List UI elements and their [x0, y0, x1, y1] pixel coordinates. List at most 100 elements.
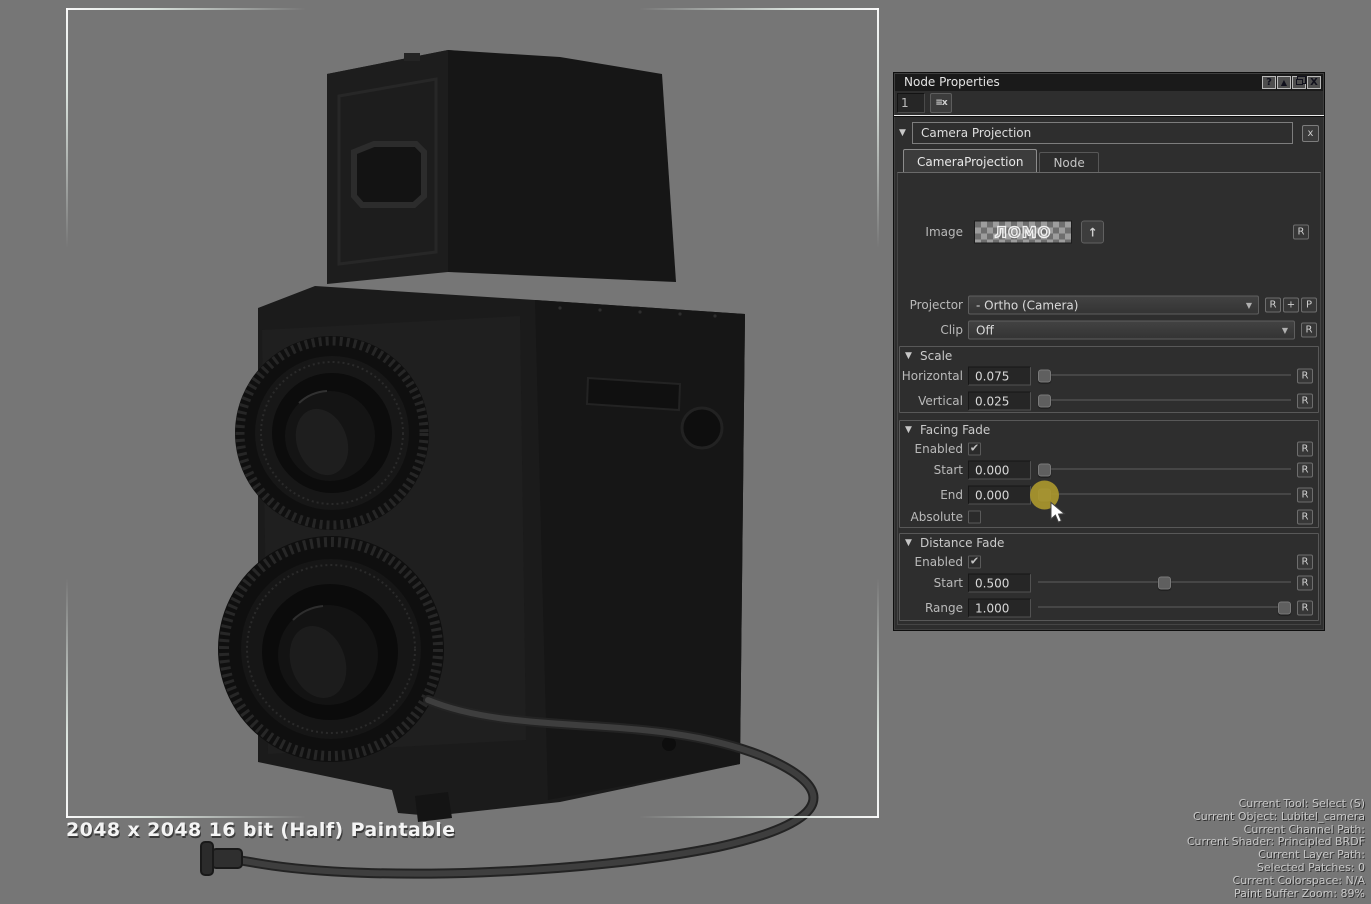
clip-dropdown[interactable]: Off ▼ — [968, 321, 1295, 340]
reset-button[interactable]: R — [1301, 323, 1317, 338]
reset-button[interactable]: R — [1265, 298, 1281, 313]
range-label: Range — [894, 601, 963, 615]
facing-fade-section-header[interactable]: ▼ Facing Fade — [905, 423, 990, 437]
scale-section-title: Scale — [920, 349, 952, 363]
close-icon[interactable]: X — [1307, 76, 1321, 89]
slider-handle[interactable] — [1038, 370, 1051, 383]
disclosure-triangle-icon: ▼ — [905, 425, 920, 435]
chevron-down-icon: ▼ — [1282, 326, 1288, 335]
help-icon[interactable]: ? — [1262, 76, 1276, 89]
enabled-label: Enabled — [894, 555, 963, 569]
vertical-input[interactable]: 0.025 — [968, 392, 1031, 411]
image-thumbnail[interactable]: ЛОМО — [974, 221, 1072, 244]
projector-row: Projector - Ortho (Camera) ▼ R + P — [894, 295, 1324, 315]
distance-range-row: Range 1.000 R — [894, 598, 1324, 618]
app-screen: 2048 x 2048 16 bit (Half) Paintable Curr… — [0, 0, 1371, 904]
slider-handle[interactable] — [1038, 464, 1051, 477]
reset-button[interactable]: R — [1297, 576, 1313, 591]
remove-node-button[interactable]: x — [1302, 125, 1319, 142]
tab-node[interactable]: Node — [1039, 152, 1098, 173]
start-label: Start — [894, 576, 963, 590]
facing-fade-section-title: Facing Fade — [920, 423, 990, 437]
camera-model — [0, 0, 893, 904]
vertical-slider[interactable] — [1038, 395, 1291, 408]
panel-titlebar[interactable]: Node Properties ? ▲ X — [895, 74, 1323, 91]
vertical-label: Vertical — [894, 394, 963, 408]
hud-current-tool: Current Tool: Select (S) — [1187, 798, 1365, 811]
facing-end-row: End 0.000 R — [894, 485, 1324, 505]
chevron-down-icon: ▼ — [1246, 301, 1252, 310]
reset-button[interactable]: R — [1297, 442, 1313, 457]
scale-horizontal-row: Horizontal 0.075 R — [894, 366, 1324, 386]
facing-end-input[interactable]: 0.000 — [968, 486, 1031, 505]
absolute-label: Absolute — [894, 510, 963, 524]
distance-range-input[interactable]: 1.000 — [968, 599, 1031, 618]
image-row: Image ЛОМО ↑ R — [894, 220, 1324, 244]
reset-button[interactable]: R — [1297, 510, 1313, 525]
reset-button[interactable]: R — [1297, 463, 1313, 478]
facing-absolute-row: Absolute R — [894, 507, 1324, 527]
panel-title: Node Properties — [895, 74, 1262, 91]
reset-button[interactable]: R — [1297, 369, 1313, 384]
node-index-input[interactable] — [897, 93, 925, 113]
projector-label: Projector — [894, 298, 963, 312]
node-properties-panel: Node Properties ? ▲ X ≡x ▼ Camera Projec… — [893, 72, 1325, 631]
node-tabs: CameraProjection Node — [903, 149, 1099, 173]
distance-fade-section-header[interactable]: ▼ Distance Fade — [905, 536, 1004, 550]
projector-value: - Ortho (Camera) — [976, 298, 1078, 312]
facing-start-input[interactable]: 0.000 — [968, 461, 1031, 480]
absolute-checkbox[interactable] — [968, 511, 981, 524]
collapse-icon[interactable]: ▲ — [1277, 76, 1291, 89]
slider-handle[interactable] — [1278, 602, 1291, 615]
scale-section-header[interactable]: ▼ Scale — [905, 349, 952, 363]
lower-lens — [218, 536, 444, 762]
load-image-button[interactable]: ↑ — [1081, 221, 1104, 244]
disclosure-triangle-icon: ▼ — [905, 351, 920, 361]
pin-icon: ≡x — [935, 98, 946, 108]
add-projector-button[interactable]: + — [1283, 298, 1299, 313]
enabled-label: Enabled — [894, 442, 963, 456]
disclosure-triangle-icon[interactable]: ▼ — [899, 128, 912, 138]
distance-start-slider[interactable] — [1038, 577, 1291, 590]
clip-label: Clip — [894, 323, 963, 337]
horizontal-slider[interactable] — [1038, 370, 1291, 383]
pick-projector-button[interactable]: P — [1301, 298, 1317, 313]
tab-cameraprojection[interactable]: CameraProjection — [903, 149, 1037, 173]
facing-start-slider[interactable] — [1038, 464, 1291, 477]
facing-end-slider[interactable] — [1038, 489, 1291, 502]
disclosure-triangle-icon: ▼ — [905, 538, 920, 548]
reset-button[interactable]: R — [1297, 555, 1313, 570]
distance-start-row: Start 0.500 R — [894, 573, 1324, 593]
node-title[interactable]: Camera Projection — [912, 122, 1293, 144]
start-label: Start — [894, 463, 963, 477]
hud-current-object: Current Object: Lubitel_camera — [1187, 811, 1365, 824]
hud-paint-buffer-zoom: Paint Buffer Zoom: 89% — [1187, 888, 1365, 901]
distance-start-input[interactable]: 0.500 — [968, 574, 1031, 593]
slider-handle[interactable] — [1038, 395, 1051, 408]
node-header: ▼ Camera Projection x — [899, 121, 1319, 145]
reset-button[interactable]: R — [1297, 601, 1313, 616]
facing-enabled-row: Enabled R — [894, 439, 1324, 459]
float-icon[interactable] — [1292, 76, 1306, 89]
distance-fade-section-title: Distance Fade — [920, 536, 1004, 550]
clip-row: Clip Off ▼ R — [894, 320, 1324, 340]
slider-handle[interactable] — [1158, 577, 1171, 590]
enabled-checkbox[interactable] — [968, 556, 981, 569]
panel-splitter[interactable] — [894, 115, 1324, 117]
reset-button[interactable]: R — [1293, 225, 1309, 240]
projector-dropdown[interactable]: - Ortho (Camera) ▼ — [968, 296, 1259, 315]
end-label: End — [894, 488, 963, 502]
pin-node-button[interactable]: ≡x — [930, 93, 952, 113]
image-thumbnail-text: ЛОМО — [995, 223, 1052, 241]
upper-lens — [235, 336, 429, 530]
reset-button[interactable]: R — [1297, 488, 1313, 503]
scale-vertical-row: Vertical 0.025 R — [894, 391, 1324, 411]
distance-range-slider[interactable] — [1038, 602, 1291, 615]
clip-value: Off — [976, 323, 994, 337]
status-hud: Current Tool: Select (S) Current Object:… — [1187, 798, 1365, 901]
enabled-checkbox[interactable] — [968, 443, 981, 456]
load-image-icon: ↑ — [1087, 225, 1097, 239]
image-label: Image — [894, 225, 963, 239]
reset-button[interactable]: R — [1297, 394, 1313, 409]
horizontal-input[interactable]: 0.075 — [968, 367, 1031, 386]
